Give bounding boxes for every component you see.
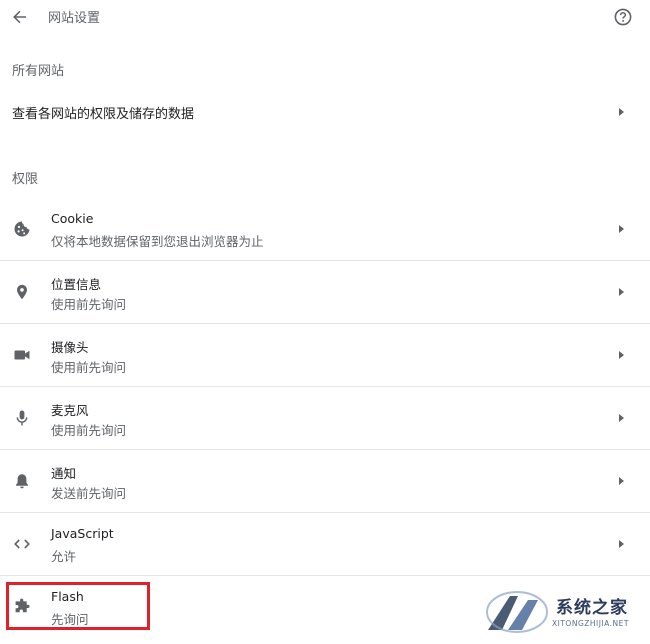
permissions-list: Cookie 仅将本地数据保留到您退出浏览器为止 位置信息 使用前先询问 摄像头… — [0, 198, 650, 639]
location-pin-icon — [12, 282, 32, 302]
watermark-url: XITONGZHIJIA.NET — [552, 619, 629, 628]
watermark-logo: 系统之家 XITONGZHIJIA.NET — [484, 586, 644, 638]
chevron-right-icon — [619, 351, 624, 359]
view-all-sites-data-row[interactable]: 查看各网站的权限及储存的数据 — [0, 92, 650, 132]
back-button[interactable] — [9, 6, 31, 28]
code-icon — [12, 534, 32, 554]
help-button[interactable] — [612, 6, 634, 28]
permission-row-cookie[interactable]: Cookie 仅将本地数据保留到您退出浏览器为止 — [0, 198, 650, 261]
permission-subtitle: 允许 — [51, 549, 77, 564]
all-sites-section-label: 所有网站 — [12, 64, 65, 79]
page-title: 网站设置 — [48, 11, 101, 26]
permission-row-camera[interactable]: 摄像头 使用前先询问 — [0, 324, 650, 387]
permission-title: Flash — [51, 589, 84, 604]
permission-subtitle: 使用前先询问 — [51, 423, 127, 438]
puzzle-icon — [12, 597, 32, 617]
arrow-back-icon — [13, 10, 26, 24]
bell-icon — [12, 471, 32, 491]
permission-subtitle: 使用前先询问 — [51, 360, 127, 375]
camera-icon — [12, 345, 32, 365]
permission-title: 麦克风 — [51, 403, 89, 418]
permission-row-notifications[interactable]: 通知 发送前先询问 — [0, 450, 650, 513]
help-circle-icon — [614, 8, 632, 26]
permission-title: JavaScript — [51, 526, 114, 541]
permission-title: 通知 — [51, 466, 77, 481]
chevron-right-icon — [619, 108, 624, 116]
permission-row-microphone[interactable]: 麦克风 使用前先询问 — [0, 387, 650, 450]
permission-subtitle: 先询问 — [51, 612, 89, 627]
watermark-text: 系统之家 — [556, 598, 628, 618]
permission-title: Cookie — [51, 211, 94, 226]
chevron-right-icon — [619, 225, 624, 233]
chevron-right-icon — [619, 477, 624, 485]
header: 网站设置 — [0, 0, 650, 34]
permission-row-location[interactable]: 位置信息 使用前先询问 — [0, 261, 650, 324]
chevron-right-icon — [619, 288, 624, 296]
permission-row-javascript[interactable]: JavaScript 允许 — [0, 513, 650, 576]
permissions-section-label: 权限 — [12, 172, 39, 187]
view-all-sites-label: 查看各网站的权限及储存的数据 — [12, 107, 195, 122]
watermark-emblem-icon — [486, 591, 548, 633]
chevron-right-icon — [619, 414, 624, 422]
permission-title: 位置信息 — [51, 277, 102, 292]
permission-subtitle: 发送前先询问 — [51, 486, 127, 501]
permission-subtitle: 仅将本地数据保留到您退出浏览器为止 — [51, 234, 264, 249]
permission-title: 摄像头 — [51, 340, 89, 355]
cookie-icon — [12, 219, 32, 239]
chevron-right-icon — [619, 540, 624, 548]
microphone-icon — [12, 408, 32, 428]
site-settings-page: 网站设置 所有网站 查看各网站的权限及储存的数据 权限 Cookie 仅将本地数… — [0, 0, 650, 644]
permission-subtitle: 使用前先询问 — [51, 297, 127, 312]
